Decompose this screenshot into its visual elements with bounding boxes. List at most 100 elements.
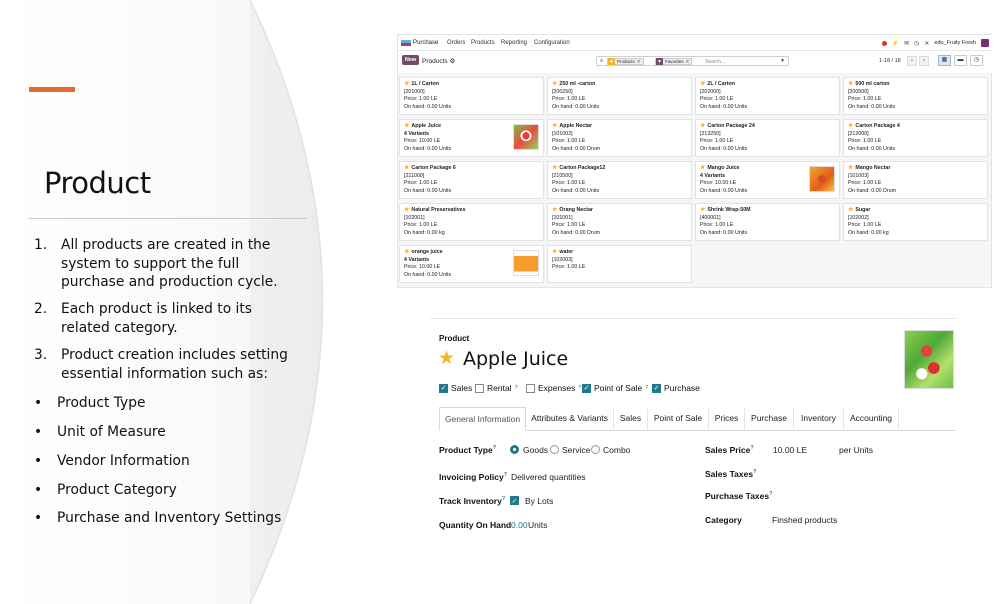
pager-value[interactable]: 1-18 / 18 — [879, 58, 901, 64]
product-card[interactable]: ★ 1L / Carton [201000] Price: 1.00 LE On … — [399, 77, 544, 115]
checkbox-icon[interactable]: ✓ — [652, 383, 661, 393]
nav-app-name[interactable]: Purchase — [413, 40, 438, 46]
product-card[interactable]: ★ Carton Package 24 [213250] Price: 1.00 … — [695, 119, 840, 157]
invoicing-policy-value[interactable]: Delivered quantities — [511, 472, 586, 482]
product-name-field[interactable]: Apple Juice — [463, 348, 568, 370]
tools-icon[interactable]: ✕ — [924, 40, 929, 47]
tab-prices[interactable]: Prices — [709, 407, 745, 431]
tab-inventory[interactable]: Inventory — [794, 407, 844, 431]
app-icon[interactable] — [401, 40, 411, 46]
product-card[interactable]: ★ Carton Package 6 [211000] Price: 1.00 L… — [399, 161, 544, 199]
product-card[interactable]: ★ water [102003] Price: 1.00 LE — [547, 245, 692, 283]
facet-products[interactable]: ★ Products ✕ — [607, 58, 644, 65]
help-icon[interactable]: ? — [515, 385, 518, 391]
radio-goods[interactable] — [510, 445, 519, 454]
checkbox-icon[interactable]: ✓ — [582, 383, 591, 393]
star-icon[interactable]: ★ — [404, 81, 409, 87]
checkbox-icon[interactable] — [475, 383, 484, 393]
pager-next-icon[interactable]: › — [919, 56, 929, 66]
tab-sales[interactable]: Sales — [614, 407, 648, 431]
product-card[interactable]: ★ Natural Preservatives [102001] Price: 1… — [399, 203, 544, 241]
search-input[interactable]: Search... — [705, 59, 725, 65]
star-icon[interactable]: ★ — [404, 165, 409, 171]
list-view-icon[interactable]: ▬ — [954, 55, 967, 66]
avatar[interactable] — [981, 39, 989, 47]
product-card[interactable]: ★ orange juice 4 Variants Price: 10.00 LE… — [399, 245, 544, 283]
star-icon[interactable]: ★ — [404, 123, 409, 129]
star-icon[interactable]: ★ — [552, 123, 557, 129]
nav-menu-reporting[interactable]: Reporting — [501, 40, 527, 46]
checkbox-rental[interactable]: Rental? — [475, 383, 518, 393]
star-icon[interactable]: ★ — [700, 123, 705, 129]
product-card[interactable]: ★ Apple Nectar [101002] Price: 1.00 LE On… — [547, 119, 692, 157]
star-icon[interactable]: ★ — [552, 81, 557, 87]
checkbox-sales[interactable]: ✓ Sales — [439, 383, 472, 393]
checkbox-icon[interactable]: ✓ — [510, 496, 519, 505]
star-icon[interactable]: ★ — [552, 165, 557, 171]
checkbox-icon[interactable]: ✓ — [439, 383, 448, 393]
nav-menu-orders[interactable]: Orders — [447, 40, 465, 46]
activity-icon[interactable]: ⚡ — [892, 40, 899, 47]
help-icon[interactable]: ? — [645, 385, 648, 391]
product-card[interactable]: ★ Sugar [102002] Price: 1.00 LE On hand: … — [843, 203, 988, 241]
status-dot-icon[interactable] — [881, 40, 887, 46]
radio-service[interactable] — [550, 445, 559, 454]
breadcrumb[interactable]: Products ⚙ — [422, 57, 455, 65]
sales-price-value[interactable]: 10.00 LE — [773, 445, 807, 455]
help-icon[interactable]: ? — [504, 472, 507, 478]
star-icon[interactable]: ★ — [552, 207, 557, 213]
star-icon[interactable]: ★ — [848, 123, 853, 129]
nav-menu-configuration[interactable]: Configuration — [534, 40, 570, 46]
tab-purchase[interactable]: Purchase — [745, 407, 794, 431]
product-image[interactable] — [904, 330, 954, 389]
tab-accounting[interactable]: Accounting — [844, 407, 899, 431]
messages-icon[interactable]: ✉ — [904, 40, 909, 47]
search-bar[interactable]: ⌕ ★ Products ✕ ▼ Favorites ✕ Search... ▼ — [596, 56, 789, 66]
product-card[interactable]: ★ Orang Nectar [101001] Price: 1.00 LE On… — [547, 203, 692, 241]
close-icon[interactable]: ✕ — [686, 59, 692, 65]
nav-company-name[interactable]: edu_Fruity Fresh — [934, 40, 976, 46]
new-button[interactable]: New — [402, 55, 419, 65]
help-icon[interactable]: ? — [753, 469, 756, 475]
star-icon[interactable]: ★ — [404, 207, 409, 213]
category-value[interactable]: Finshed products — [772, 515, 837, 525]
track-inventory-value[interactable]: By Lots — [525, 496, 553, 506]
product-card[interactable]: ★ Mango Juice 4 Variants Price: 10.00 LE … — [695, 161, 840, 199]
facet-favorites[interactable]: ▼ Favorites ✕ — [655, 58, 693, 65]
pager-prev-icon[interactable]: ‹ — [907, 56, 917, 66]
star-icon[interactable]: ★ — [552, 249, 557, 255]
star-icon[interactable]: ★ — [848, 207, 853, 213]
help-icon[interactable]: ? — [750, 445, 753, 451]
close-icon[interactable]: ✕ — [637, 59, 643, 65]
chevron-down-icon[interactable]: ▼ — [780, 58, 785, 64]
star-icon[interactable]: ★ — [700, 81, 705, 87]
tab-attributes-variants[interactable]: Attributes & Variants — [526, 407, 614, 431]
product-card[interactable]: ★ Shrink Wrap-50M [400001] Price: 1.00 LE… — [695, 203, 840, 241]
help-icon[interactable]: ? — [502, 496, 505, 502]
checkbox-icon[interactable] — [526, 383, 535, 393]
help-icon[interactable]: ? — [769, 491, 772, 497]
quantity-on-hand-value[interactable]: 0.00 — [511, 520, 528, 530]
product-card[interactable]: ★ Apple Juice 4 Variants Price: 10.00 LE … — [399, 119, 544, 157]
product-card[interactable]: ★ 250 ml -carton [200250] Price: 1.00 LE … — [547, 77, 692, 115]
star-icon[interactable]: ★ — [700, 207, 705, 213]
radio-combo[interactable] — [591, 445, 600, 454]
product-card[interactable]: ★ 500 ml carton [200500] Price: 1.00 LE O… — [843, 77, 988, 115]
product-card[interactable]: ★ Mango Nectar [101003] Price: 1.00 LE On… — [843, 161, 988, 199]
kanban-view-icon[interactable]: ▦ — [938, 55, 951, 66]
product-card[interactable]: ★ 2L / Carton [202000] Price: 1.00 LE On … — [695, 77, 840, 115]
help-icon[interactable]: ? — [578, 385, 581, 391]
help-icon[interactable]: ? — [493, 445, 496, 451]
checkbox-point-of-sale[interactable]: ✓ Point of Sale? — [582, 383, 648, 393]
checkbox-expenses[interactable]: Expenses? — [526, 383, 581, 393]
tab-point-of-sale[interactable]: Point of Sale — [648, 407, 709, 431]
activity-view-icon[interactable]: ◷ — [970, 55, 983, 66]
nav-menu-products[interactable]: Products — [471, 40, 495, 46]
star-icon[interactable]: ★ — [404, 249, 409, 255]
tab-general-information[interactable]: General Information — [439, 407, 526, 431]
product-card[interactable]: ★ Carton Package12 [210500] Price: 1.00 L… — [547, 161, 692, 199]
checkbox-purchase[interactable]: ✓ Purchase — [652, 383, 700, 393]
clock-icon[interactable]: ◷ — [914, 40, 919, 47]
product-card[interactable]: ★ Carton Package 4 [212000] Price: 1.00 L… — [843, 119, 988, 157]
star-icon[interactable]: ★ — [438, 347, 455, 370]
